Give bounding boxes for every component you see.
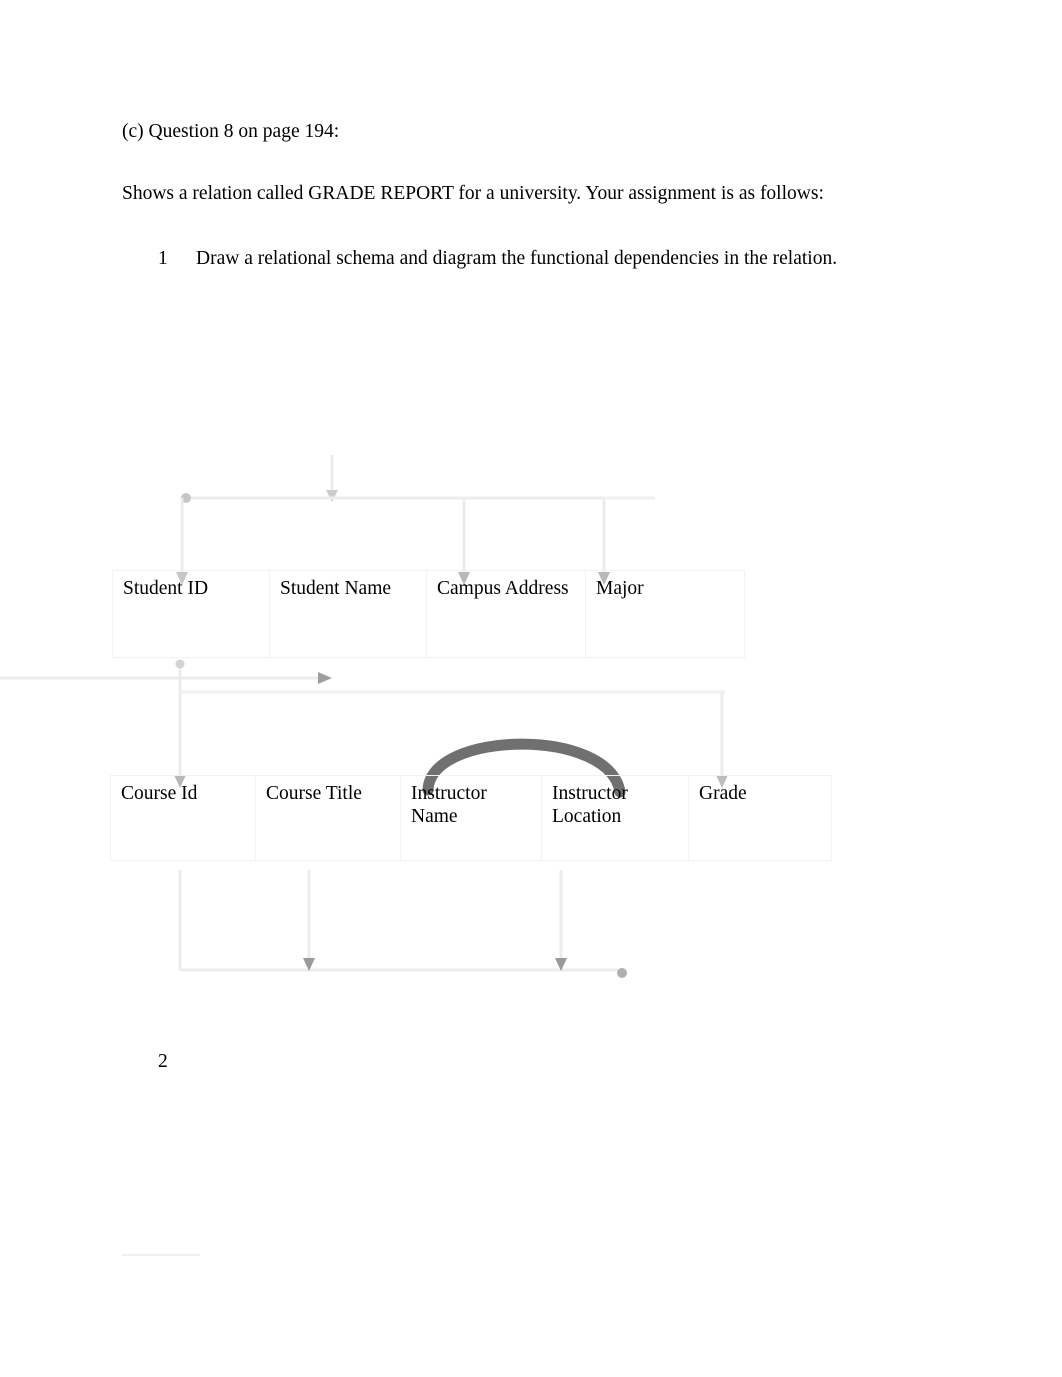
arrow-to-course-title [174, 692, 186, 788]
footnote-separator [122, 1254, 200, 1256]
dependency-arrows-svg [0, 455, 728, 978]
student-attributes-row: Student ID Student Name Campus Address M… [112, 570, 745, 658]
list-item: 1 Draw a relational schema and diagram t… [122, 247, 942, 271]
course-attributes-row: Course Id Course Title Instructor Name I… [110, 775, 832, 861]
attr-cell-instructor-name[interactable]: Instructor Name [400, 775, 542, 861]
functional-dependency-diagram: Student ID Student Name Campus Address M… [0, 430, 1062, 1000]
table-row: Student ID Student Name Campus Address M… [112, 570, 745, 658]
list-item-label: Draw a relational schema and diagram the… [196, 247, 838, 269]
arrow-to-grade [716, 692, 728, 788]
list-item-number: 2 [158, 1051, 168, 1072]
attr-cell-student-name[interactable]: Student Name [269, 570, 427, 658]
document-page: (c) Question 8 on page 194: Shows a rela… [0, 0, 1062, 1377]
attr-cell-course-id[interactable]: Course Id [110, 775, 256, 861]
attr-cell-course-title[interactable]: Course Title [255, 775, 401, 861]
arrow-courseid-stem [175, 659, 185, 692]
composite-key-arrowhead [318, 672, 332, 684]
attr-cell-campus-address[interactable]: Campus Address [426, 570, 586, 658]
question-reference-paragraph: (c) Question 8 on page 194: [122, 121, 340, 142]
document-text-block: (c) Question 8 on page 194: Shows a rela… [122, 120, 942, 271]
attr-cell-grade[interactable]: Grade [688, 775, 832, 861]
attr-cell-major[interactable]: Major [585, 570, 745, 658]
list-item: 2 [122, 1050, 196, 1074]
attr-cell-instructor-location[interactable]: Instructor Location [541, 775, 689, 861]
attr-cell-student-id[interactable]: Student ID [112, 570, 270, 658]
bottom-dependency-bracket [178, 870, 627, 978]
list-item-number: 1 [158, 247, 168, 269]
description-paragraph: Shows a relation called GRADE REPORT for… [122, 183, 824, 205]
table-row: Course Id Course Title Instructor Name I… [110, 775, 832, 861]
arrow-studentid-stem [326, 455, 338, 502]
